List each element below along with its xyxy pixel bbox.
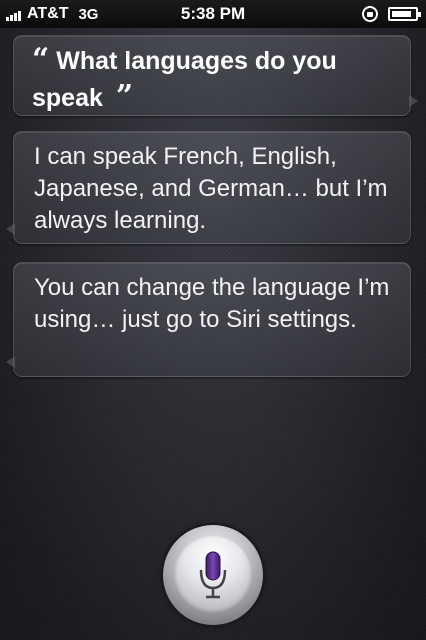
bubble-tail xyxy=(409,95,418,107)
status-right xyxy=(362,0,421,28)
mic-button-face xyxy=(174,536,252,614)
battery-fill xyxy=(392,11,411,17)
siri-mic-button[interactable] xyxy=(163,525,263,625)
user-query-text: What languages do you speak xyxy=(32,47,337,112)
open-quote: “ xyxy=(32,42,50,77)
siri-response-bubble: You can change the language I’m using… j… xyxy=(6,262,411,377)
microphone-icon xyxy=(199,551,227,599)
siri-response-bubble: I can speak French, English, Japanese, a… xyxy=(6,131,411,244)
battery-icon xyxy=(388,7,421,21)
siri-response-text: You can change the language I’m using… j… xyxy=(34,274,390,333)
status-bar: AT&T 3G 5:38 PM xyxy=(0,0,426,28)
bubble-tail xyxy=(6,223,15,235)
bubble-tail xyxy=(6,356,15,368)
siri-response-text: I can speak French, English, Japanese, a… xyxy=(34,143,388,234)
user-query-bubble[interactable]: “ What languages do you speak ” xyxy=(13,35,418,116)
orientation-lock-icon xyxy=(362,6,378,22)
close-quote: ” xyxy=(115,79,134,114)
